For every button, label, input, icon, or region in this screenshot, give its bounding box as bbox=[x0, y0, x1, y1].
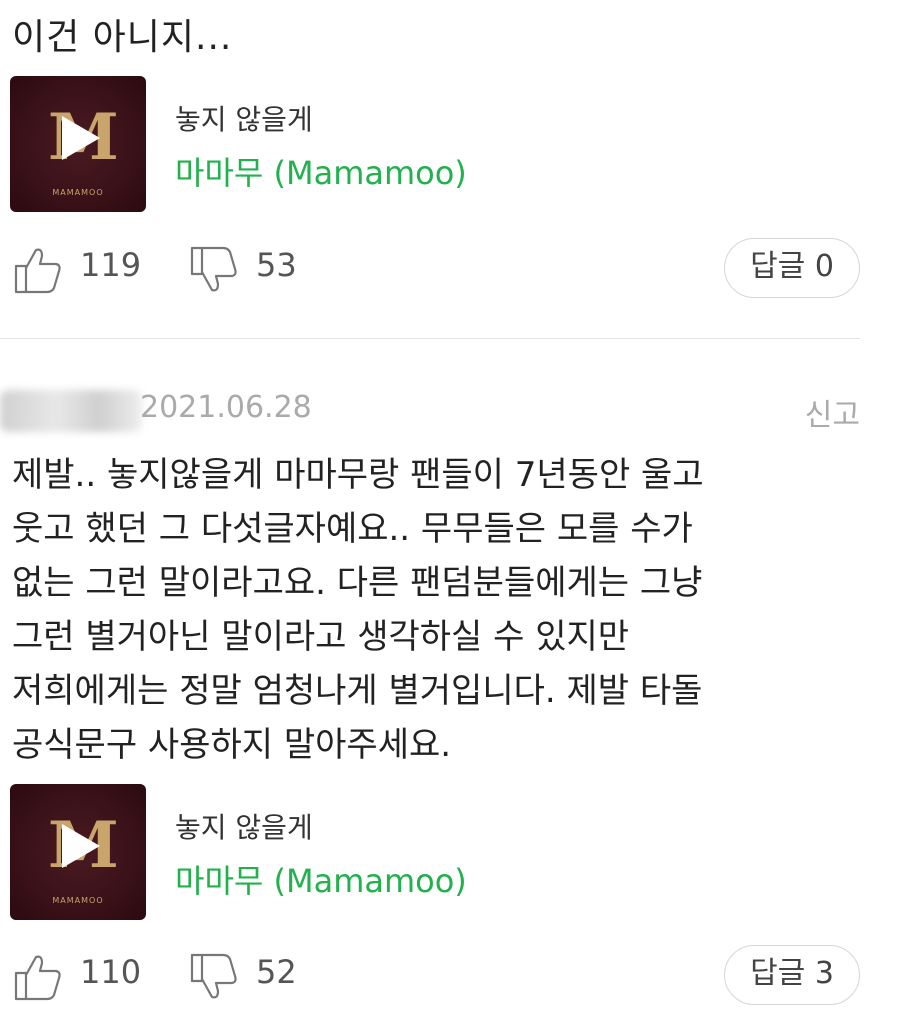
thumbs-up-icon[interactable] bbox=[12, 951, 64, 1003]
comment-actions: 110 52 답글 3 bbox=[10, 945, 860, 1009]
reply-button[interactable]: 답글 0 bbox=[724, 238, 860, 298]
report-button[interactable]: 신고 bbox=[805, 390, 860, 434]
thumbs-down-icon[interactable] bbox=[188, 951, 240, 1003]
comment-meta: 2021.06.28 신고 bbox=[0, 388, 860, 434]
play-icon[interactable] bbox=[62, 824, 100, 868]
song-card[interactable]: M MAMAMOO 놓지 않을게 마마무 (Mamamoo) bbox=[10, 784, 610, 922]
thumbs-down-icon[interactable] bbox=[188, 244, 240, 296]
dislike-count: 53 bbox=[256, 246, 297, 284]
thumbs-up-icon[interactable] bbox=[12, 244, 64, 296]
dislike-count: 52 bbox=[256, 953, 297, 991]
comment-line: 없는 그런 말이라고요. 다른 팬덤분들에게는 그냥 bbox=[12, 563, 703, 603]
song-artist-link[interactable]: 마마무 (Mamamoo) bbox=[175, 856, 467, 902]
song-title: 놓지 않을게 bbox=[175, 811, 313, 844]
song-artist-link[interactable]: 마마무 (Mamamoo) bbox=[175, 148, 467, 194]
comment-line: 공식문구 사용하지 말아주세요. bbox=[12, 725, 452, 765]
comment-body: 제발.. 놓지않을게 마마무랑 팬들이 7년동안 울고 웃고 했던 그 다섯글자… bbox=[12, 448, 872, 772]
comment-text-tail: 이건 아니지... bbox=[12, 17, 233, 58]
like-count: 110 bbox=[80, 953, 142, 991]
comment-actions: 119 53 답글 0 bbox=[10, 238, 860, 302]
comment-line: 제발.. 놓지않을게 마마무랑 팬들이 7년동안 울고 bbox=[12, 455, 704, 495]
like-count: 119 bbox=[80, 246, 142, 284]
album-brand: MAMAMOO bbox=[52, 896, 104, 905]
reply-button[interactable]: 답글 3 bbox=[724, 945, 860, 1005]
comment-line: 그런 별거아닌 말이라고 생각하실 수 있지만 bbox=[12, 617, 630, 657]
play-icon[interactable] bbox=[62, 116, 100, 160]
comment-line: 저희에게는 정말 엄청나게 별거입니다. 제발 타돌 bbox=[12, 671, 703, 711]
album-art[interactable]: M MAMAMOO bbox=[10, 784, 146, 920]
album-art[interactable]: M MAMAMOO bbox=[10, 76, 146, 212]
divider bbox=[0, 338, 860, 339]
username-blurred bbox=[0, 390, 142, 432]
song-title: 놓지 않을게 bbox=[175, 103, 313, 136]
comment-date: 2021.06.28 bbox=[140, 390, 312, 425]
album-brand: MAMAMOO bbox=[52, 188, 104, 197]
song-card[interactable]: M MAMAMOO 놓지 않을게 마마무 (Mamamoo) bbox=[10, 76, 610, 214]
comment-line: 웃고 했던 그 다섯글자예요.. 무무들은 모를 수가 bbox=[12, 509, 693, 549]
